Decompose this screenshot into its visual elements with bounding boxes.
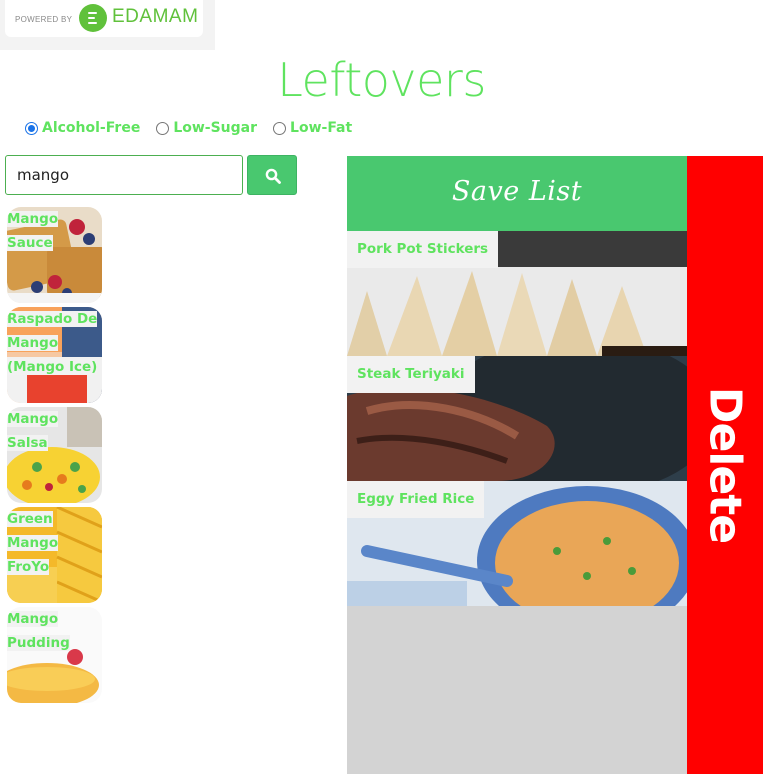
powered-by-card: POWERED BY EDAMAM bbox=[5, 0, 203, 37]
result-card[interactable]: Mango Pudding bbox=[7, 607, 102, 703]
radio-low-fat[interactable] bbox=[273, 121, 287, 135]
filter-label: Low-Fat bbox=[290, 120, 353, 136]
result-title: Mango Pudding bbox=[7, 611, 70, 651]
filter-low-sugar[interactable]: Low-Sugar bbox=[156, 120, 257, 136]
result-title: Mango Sauce bbox=[7, 211, 59, 251]
radio-low-sugar[interactable] bbox=[156, 121, 170, 135]
result-card[interactable]: Green Mango FroYo bbox=[7, 507, 102, 603]
diet-filters: Alcohol-Free Low-Sugar Low-Fat bbox=[25, 120, 368, 136]
saved-item-title: Pork Pot Stickers bbox=[347, 231, 499, 268]
filter-low-fat[interactable]: Low-Fat bbox=[273, 120, 352, 136]
powered-by-badge: POWERED BY EDAMAM bbox=[0, 0, 215, 50]
saved-item[interactable]: Steak Teriyaki bbox=[347, 356, 687, 481]
result-title: Green Mango FroYo bbox=[7, 511, 59, 575]
result-title: Mango Salsa bbox=[7, 411, 59, 451]
result-card[interactable]: Mango Salsa bbox=[7, 407, 102, 503]
save-list-button[interactable]: Save List bbox=[347, 156, 687, 231]
saved-item[interactable]: Eggy Fried Rice bbox=[347, 481, 687, 606]
radio-alcohol-free[interactable] bbox=[25, 121, 38, 135]
saved-item[interactable]: Pork Pot Stickers bbox=[347, 231, 687, 356]
result-title: Raspado De Mango (Mango Ice) bbox=[7, 311, 98, 375]
search-icon bbox=[265, 168, 281, 184]
filter-label: Low-Sugar bbox=[173, 120, 258, 136]
powered-by-label: POWERED BY bbox=[15, 15, 73, 24]
result-card[interactable]: Mango Sauce bbox=[7, 207, 102, 303]
result-card[interactable]: Raspado De Mango (Mango Ice) bbox=[7, 307, 102, 403]
page-title: Leftovers bbox=[277, 53, 486, 107]
saved-item-title: Eggy Fried Rice bbox=[347, 481, 485, 518]
edamam-brand-text: EDAMAM bbox=[112, 6, 199, 27]
saved-list-panel: Save List Pork Pot Stickers Steak Teriya… bbox=[347, 156, 687, 774]
search-input[interactable] bbox=[5, 155, 243, 195]
search-button[interactable] bbox=[247, 155, 297, 195]
save-list-label: Save List bbox=[451, 176, 583, 207]
delete-label: Delete bbox=[699, 386, 751, 544]
filter-alcohol-free[interactable]: Alcohol-Free bbox=[25, 120, 140, 136]
filter-label: Alcohol-Free bbox=[42, 120, 141, 136]
delete-button[interactable]: Delete bbox=[687, 156, 763, 774]
saved-item-title: Steak Teriyaki bbox=[347, 356, 475, 393]
edamam-logo-icon bbox=[79, 4, 107, 32]
